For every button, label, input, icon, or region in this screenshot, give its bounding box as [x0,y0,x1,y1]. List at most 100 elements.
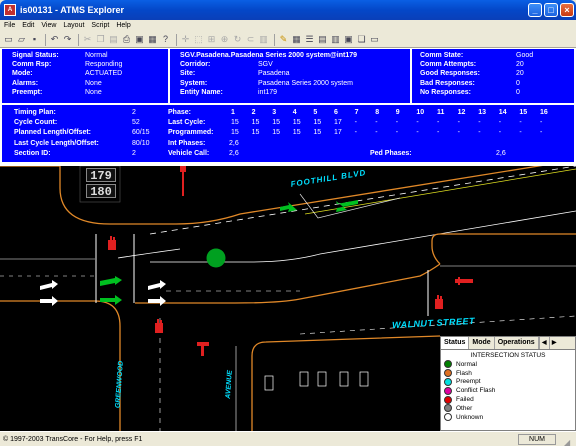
int-phases-label: Int Phases: [168,139,206,147]
ped-signal [180,166,186,196]
corridor-label: Entity Name: [180,88,223,96]
comm-box: Comm State: Good Comm Attempts: 20 Good Re… [412,49,574,103]
comm-value: 0 [516,88,520,96]
last-cycle-label: Last Cycle: [168,119,206,127]
median [299,193,401,219]
avenue-curb [251,335,441,431]
last-cycle-value: 15 [292,119,301,127]
maximize-button[interactable]: □ [544,3,558,17]
corridor-label: Corridor: [180,61,211,69]
table-icon[interactable]: ▥ [258,34,269,45]
menu-file[interactable]: File [0,20,18,32]
phase-number: 4 [292,109,297,116]
tab-scroll-left-icon[interactable]: ◀ [538,337,549,349]
window-icon[interactable]: ▣ [343,34,354,45]
ped-signal [108,236,116,250]
green-arrow [100,276,122,286]
legend-item-label: Normal [456,360,477,368]
num-lock-indicator: NUM [518,434,556,445]
menu-script[interactable]: Script [87,20,112,32]
comm-value: 0 [516,79,520,87]
menu-edit[interactable]: Edit [18,20,37,32]
corridor-row: System: Pasadena Series 2000 system [180,79,410,88]
timing-box: Timing Plan: 2 Cycle Count: 52 Planned Lengt… [2,105,574,162]
toolbar-separator [78,33,79,46]
menu-layout[interactable]: Layout [59,20,87,32]
link-icon[interactable]: ⊂ [245,34,256,45]
menu-help[interactable]: Help [112,20,133,32]
last-cycle-value: - [354,119,357,127]
status-row: Preempt: None [12,88,168,97]
phase-number: 3 [272,109,277,116]
timing-label: Section ID: [14,149,51,157]
comm-row: Bad Responses: 0 [420,79,574,88]
programmed-value: 15 [251,129,260,137]
window-title: is00131 - ATMS Explorer [20,5,125,15]
controller-status-dot[interactable] [206,248,226,268]
pencil-icon[interactable]: ✎ [278,34,289,45]
entity-header: SGV.Pasadena.Pasadena Series 2000 system… [180,52,358,59]
redo-icon[interactable]: ↷ [62,34,73,45]
status-color-dot-icon [444,404,452,413]
help-icon[interactable]: ? [160,34,171,45]
corridor-value: SGV [258,61,273,69]
cascade-icon[interactable]: ❏ [356,34,367,45]
add-icon[interactable]: ⊞ [206,34,217,45]
layout-icon[interactable]: ▥ [330,34,341,45]
ped-signal [435,295,443,309]
last-cycle-value: - [540,119,543,127]
timing-value: 60/15 [132,129,150,137]
close-button[interactable]: × [560,3,574,17]
resize-grip-icon[interactable]: ◢ [564,435,574,446]
legend-item: Unknown [441,413,575,422]
last-cycle-value: - [395,119,399,127]
tile-horizontal-icon[interactable]: ▭ [369,34,380,45]
properties-icon[interactable]: ▦ [147,34,158,45]
tile-icon[interactable]: ▤ [317,34,328,45]
title-bar[interactable]: A is00131 - ATMS Explorer _ □ × [0,0,576,20]
last-cycle-value: 17 [334,119,342,127]
legend-item-label: Unknown [456,413,484,421]
last-cycle-value: 15 [272,119,280,127]
status-message: © 1997-2003 TransCore - For Help, press … [3,436,143,443]
tab-mode[interactable]: Mode [469,337,495,349]
ped-phases-label: Ped Phases: [370,149,412,157]
tab-operations[interactable]: Operations [495,337,539,349]
status-row: Mode: ACTUATED [12,69,168,78]
paste-icon[interactable]: ▤ [108,34,119,45]
timing-value: 2 [132,109,136,116]
corridor-value: Pasadena [258,70,290,78]
cut-icon[interactable]: ✂ [82,34,93,45]
print-preview-icon[interactable]: ▣ [134,34,145,45]
tab-status[interactable]: Status [441,337,470,349]
grid-icon[interactable]: ▦ [291,34,302,45]
status-value: Responding [85,61,123,69]
move-icon[interactable]: ✛ [180,34,191,45]
save-icon[interactable]: ▪ [29,34,40,45]
zoom-icon[interactable]: ⊕ [219,34,230,45]
last-cycle-value: - [375,119,378,127]
detector-loops [264,371,369,391]
new-icon[interactable]: ▭ [3,34,14,45]
toolbar-separator [176,33,177,46]
tab-scroll-right-icon[interactable]: ▶ [548,337,559,349]
legend-item-label: Failed [456,396,474,404]
undo-icon[interactable]: ↶ [49,34,60,45]
rotate-icon[interactable]: ↻ [232,34,243,45]
select-icon[interactable]: ⬚ [193,34,204,45]
comm-row: No Responses: 0 [420,88,574,97]
app-icon[interactable]: A [4,4,16,16]
list-icon[interactable]: ☰ [304,34,315,45]
last-cycle-value: - [519,119,522,127]
open-icon[interactable]: ▱ [16,34,27,45]
print-icon[interactable]: ⎙ [121,34,132,45]
copy-icon[interactable]: ❐ [95,34,106,45]
menu-view[interactable]: View [37,20,59,32]
programmed-value: - [354,129,357,137]
phase-number: 7 [354,109,359,116]
toolbar-separator [45,33,46,46]
programmed-value: - [395,129,399,137]
programmed-value: 15 [292,129,301,137]
status-label: Comm Rsp: [12,61,52,69]
minimize-button[interactable]: _ [528,3,542,17]
